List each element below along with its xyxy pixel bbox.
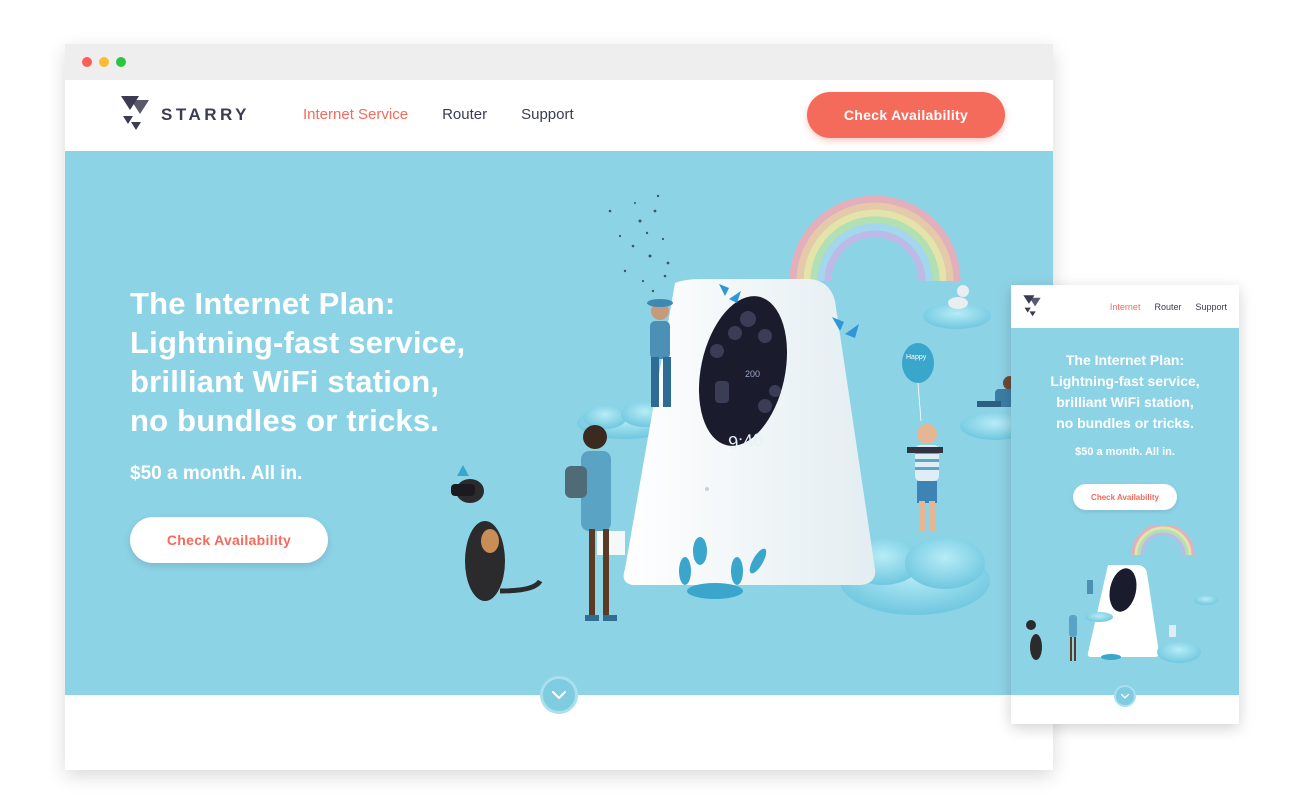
browser-chrome [65,44,1053,80]
astronaut-figure [948,285,969,309]
hero-headline-line-4: no bundles or tricks. [130,403,440,438]
starry-logo[interactable]: STARRY [119,94,250,136]
confetti-particles [608,194,670,293]
header-check-availability-button[interactable]: Check Availability [807,92,1005,138]
mobile-nav-item-support[interactable]: Support [1195,302,1227,312]
mobile-nav-item-internet[interactable]: Internet [1110,302,1141,312]
chevron-down-icon [552,690,566,699]
nav-item-router[interactable]: Router [442,106,487,123]
mobile-nav-item-router[interactable]: Router [1154,302,1181,312]
mobile-hero-headline-line-3: brilliant WiFi station, [1056,394,1194,410]
mobile-preview: Internet Router Support The Internet Pla… [1011,285,1239,724]
mobile-hero-headline-line-2: Lightning-fast service, [1050,373,1200,389]
starry-logo-icon [121,96,149,130]
mockup-stage: STARRY Internet Service Router Support C… [0,0,1300,812]
mobile-header: Internet Router Support [1011,285,1239,328]
mobile-scroll-down-button[interactable] [1114,685,1136,707]
desktop-browser-window: STARRY Internet Service Router Support C… [65,44,1053,770]
site-header: STARRY Internet Service Router Support C… [65,80,1053,151]
logo-wordmark: STARRY [161,105,250,124]
girl-figure [565,425,625,621]
starry-logo-icon [1023,295,1041,317]
nav-item-internet-service[interactable]: Internet Service [303,106,408,123]
mobile-hero-illustration [1026,525,1218,663]
hero-check-availability-button[interactable]: Check Availability [130,517,328,563]
mobile-starry-logo[interactable] [1022,294,1042,325]
main-nav: Internet Service Router Support [303,106,574,123]
hero-headline-line-2: Lightning-fast service, [130,325,466,360]
mobile-hero-headline-line-1: The Internet Plan: [1065,352,1185,368]
scroll-down-button[interactable] [540,676,578,714]
mobile-hero-headline-line-4: no bundles or tricks. [1056,415,1194,431]
hero-headline-line-1: The Internet Plan: [130,286,396,321]
device-counter: 200 [745,369,760,379]
mobile-hero-price: $50 a month. All in. [1075,446,1175,458]
minimize-window-dot[interactable] [99,57,109,67]
nav-item-support[interactable]: Support [521,106,574,123]
balloon-graphic: Happy [902,343,934,422]
boy-figure [907,424,943,531]
dog-figure [451,465,543,601]
hero-headline: The Internet Plan: Lightning-fast servic… [130,284,530,440]
chevron-down-icon [1121,693,1129,699]
device-clock: 9:40 [727,429,764,453]
hero-headline-line-3: brilliant WiFi station, [130,364,440,399]
mobile-nav: Internet Router Support [1110,302,1227,312]
balloon-label: Happy [906,354,927,361]
hero-section: 9:40 200 Happy The Internet Plan: Lightn… [65,151,1053,695]
rainbow-graphic [789,195,961,282]
maximize-window-dot[interactable] [116,57,126,67]
mobile-hero-headline: The Internet Plan: Lightning-fast servic… [1011,350,1239,434]
mobile-hero-section: The Internet Plan: Lightning-fast servic… [1011,328,1239,695]
close-window-dot[interactable] [82,57,92,67]
mobile-check-availability-button[interactable]: Check Availability [1073,484,1177,510]
hero-price: $50 a month. All in. [130,463,303,484]
